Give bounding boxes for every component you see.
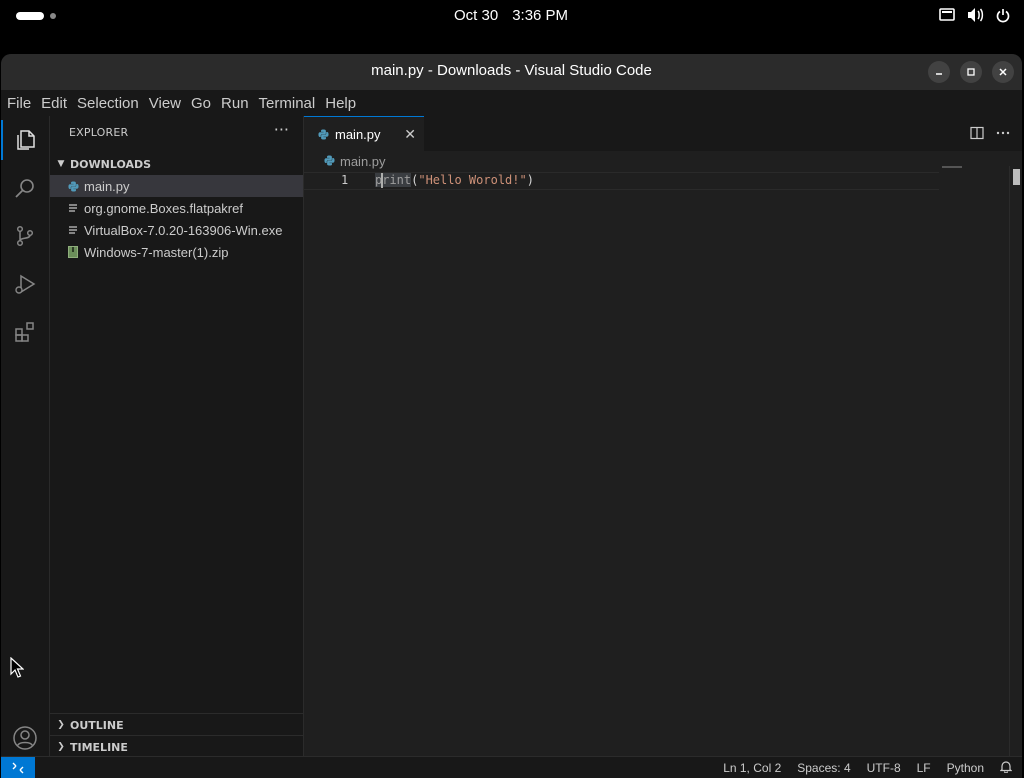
title-bar[interactable]: main.py - Downloads - Visual Studio Code [1, 54, 1022, 90]
clock[interactable]: Oct 30 3:36 PM [454, 7, 568, 24]
indentation[interactable]: Spaces: 4 [797, 761, 850, 775]
clock-time: 3:36 PM [512, 7, 569, 24]
minimap[interactable] [942, 166, 962, 168]
clock-date: Oct 30 [454, 7, 499, 24]
menu-help[interactable]: Help [320, 95, 361, 112]
editor-tab-bar: main.py ✕ [304, 116, 1022, 152]
python-file-icon [324, 154, 335, 169]
menu-view[interactable]: View [144, 95, 186, 112]
encoding[interactable]: UTF-8 [867, 761, 901, 775]
workspace-indicator [50, 13, 56, 19]
zip-file-icon [66, 246, 80, 258]
breadcrumb[interactable]: main.py [324, 154, 386, 169]
file-flatpakref[interactable]: org.gnome.Boxes.flatpakref [50, 197, 303, 219]
vscode-window: main.py - Downloads - Visual Studio Code… [1, 54, 1022, 778]
window-title: main.py - Downloads - Visual Studio Code [371, 62, 652, 79]
text-file-icon [66, 203, 80, 213]
file-name: Windows-7-master(1).zip [84, 244, 229, 260]
scrollbar-thumb[interactable] [1013, 169, 1020, 185]
restore-button[interactable] [960, 61, 982, 83]
screen-icon[interactable] [939, 8, 955, 22]
more-actions-icon[interactable] [996, 125, 1010, 144]
code-string: "Hello Worold!" [418, 173, 527, 187]
editor-area: main.py ✕ main.py 1 print("Hello Worold!… [304, 116, 1022, 756]
downloads-folder-header[interactable]: ▼ DOWNLOADS [50, 153, 303, 175]
file-name: VirtualBox-7.0.20-163906-Win.exe [84, 222, 283, 238]
menu-go[interactable]: Go [186, 95, 216, 112]
code-paren-close: ) [526, 173, 534, 187]
menu-edit[interactable]: Edit [36, 95, 72, 112]
restore-icon [967, 68, 975, 76]
activities-button[interactable] [16, 12, 56, 20]
menu-selection[interactable]: Selection [72, 95, 144, 112]
menu-bar: File Edit Selection View Go Run Terminal… [1, 90, 1022, 116]
activity-bar [1, 116, 50, 778]
outline-label: OUTLINE [70, 718, 124, 732]
explorer-header: EXPLORER [69, 126, 129, 139]
menu-run[interactable]: Run [216, 95, 254, 112]
code-line-1[interactable]: print("Hello Worold!") [375, 173, 534, 187]
file-virtualbox-exe[interactable]: VirtualBox-7.0.20-163906-Win.exe [50, 219, 303, 241]
file-name: main.py [84, 178, 130, 194]
bell-icon[interactable] [999, 760, 1013, 776]
menu-file[interactable]: File [1, 95, 36, 112]
more-actions-button[interactable]: ··· [274, 120, 289, 139]
workspace-active-indicator [16, 12, 44, 20]
python-file-icon [66, 180, 80, 192]
outline-section-header[interactable]: ❯ OUTLINE [50, 713, 303, 736]
split-editor-icon[interactable] [970, 125, 984, 144]
close-tab-button[interactable]: ✕ [404, 126, 416, 143]
cursor-position[interactable]: Ln 1, Col 2 [723, 761, 781, 775]
remote-icon [12, 762, 24, 774]
chevron-right-icon: ❯ [57, 720, 65, 730]
system-tray[interactable] [939, 7, 1010, 23]
text-file-icon [66, 225, 80, 235]
explorer-sidebar: EXPLORER ··· ▼ DOWNLOADS main.py org.gno… [50, 116, 304, 756]
chevron-down-icon: ▼ [57, 159, 65, 169]
line-ending[interactable]: LF [917, 761, 931, 775]
system-top-bar: Oct 30 3:36 PM [0, 0, 1024, 32]
text-cursor [381, 173, 383, 188]
tab-label: main.py [335, 127, 381, 142]
line-number: 1 [341, 173, 349, 187]
chevron-right-icon: ❯ [57, 742, 65, 752]
volume-icon[interactable] [967, 7, 984, 23]
breadcrumb-file: main.py [340, 154, 386, 169]
menu-terminal[interactable]: Terminal [254, 95, 321, 112]
minimize-icon [936, 73, 942, 75]
file-name: org.gnome.Boxes.flatpakref [84, 200, 243, 216]
power-icon[interactable] [996, 8, 1010, 23]
python-file-icon [318, 129, 329, 140]
extensions-icon[interactable] [1, 308, 49, 356]
folder-name: DOWNLOADS [70, 157, 152, 171]
mouse-pointer-icon [10, 656, 25, 683]
timeline-label: TIMELINE [70, 740, 128, 754]
close-icon [999, 68, 1007, 76]
accounts-icon[interactable] [1, 714, 49, 762]
status-bar: Ln 1, Col 2 Spaces: 4 UTF-8 LF Python [1, 756, 1022, 778]
timeline-section-header[interactable]: ❯ TIMELINE [50, 735, 303, 758]
file-main-py[interactable]: main.py [50, 175, 303, 197]
vertical-scrollbar[interactable] [1009, 166, 1022, 756]
source-control-icon[interactable] [1, 212, 49, 260]
tab-main-py[interactable]: main.py ✕ [304, 116, 424, 152]
run-debug-icon[interactable] [1, 260, 49, 308]
remote-indicator[interactable] [1, 757, 35, 778]
search-icon[interactable] [1, 164, 49, 212]
file-windows-zip[interactable]: Windows-7-master(1).zip [50, 241, 303, 263]
language-mode[interactable]: Python [947, 761, 984, 775]
close-window-button[interactable] [992, 61, 1014, 83]
explorer-icon[interactable] [1, 116, 49, 164]
minimize-button[interactable] [928, 61, 950, 83]
